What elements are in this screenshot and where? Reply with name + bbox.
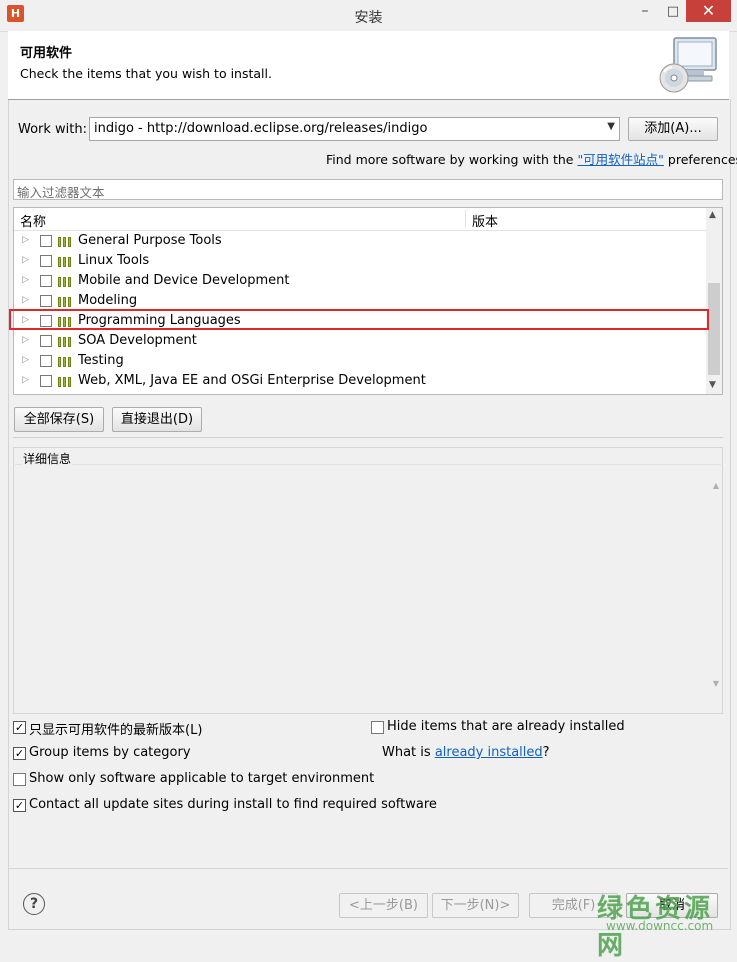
footer-separator	[9, 868, 728, 869]
tree-row[interactable]: ▷ Modeling	[14, 291, 706, 311]
what-is-prefix: What is	[382, 745, 435, 760]
expand-arrow-icon[interactable]: ▷	[22, 295, 29, 305]
expand-arrow-icon[interactable]: ▷	[22, 335, 29, 345]
row-label: Web, XML, Java EE and OSGi Enterprise De…	[78, 373, 426, 388]
feature-group-icon	[58, 256, 73, 267]
chevron-down-icon[interactable]: ▼	[607, 121, 615, 132]
column-divider[interactable]	[465, 210, 466, 228]
contact-sites-checkbox[interactable]: ✓	[13, 799, 26, 812]
scroll-down-icon: ▼	[712, 679, 719, 688]
tree-scrollbar[interactable]: ▲ ▼	[706, 208, 722, 394]
tree-header: 名称 版本	[14, 208, 706, 231]
show-latest-label: 只显示可用软件的最新版本(L)	[29, 723, 203, 738]
tree-row[interactable]: ▷ Testing	[14, 351, 706, 371]
deselect-all-button[interactable]: 直接退出(D)	[112, 407, 202, 432]
available-sites-link[interactable]: "可用软件站点"	[577, 152, 664, 167]
help-icon[interactable]: ?	[23, 893, 45, 915]
already-installed-link[interactable]: already installed	[435, 745, 543, 760]
find-more-prefix: Find more software by working with the	[326, 152, 578, 167]
row-label: Mobile and Device Development	[78, 273, 290, 288]
separator	[13, 437, 723, 438]
minimize-button[interactable]: –	[632, 0, 658, 24]
page-subtitle: Check the items that you wish to install…	[20, 66, 272, 81]
row-checkbox[interactable]	[40, 235, 52, 247]
what-is-suffix: ?	[542, 745, 550, 760]
select-all-button[interactable]: 全部保存(S)	[14, 407, 104, 432]
feature-group-icon	[58, 356, 73, 367]
show-applicable-label: Show only software applicable to target …	[29, 771, 375, 786]
expand-arrow-icon[interactable]: ▷	[22, 275, 29, 285]
row-checkbox[interactable]	[40, 335, 52, 347]
filter-placeholder: 输入过滤器文本	[17, 185, 105, 200]
install-cd-icon	[659, 37, 717, 93]
work-with-combo[interactable]: indigo - http://download.eclipse.org/rel…	[89, 117, 620, 141]
group-by-category-label: Group items by category	[29, 745, 191, 760]
title-bar: H 安装 – □ ✕	[0, 0, 737, 32]
find-more-suffix: preferences.	[667, 152, 737, 167]
page-title: 可用软件	[20, 46, 73, 61]
work-with-label: Work with:	[18, 122, 88, 137]
row-checkbox[interactable]	[40, 295, 52, 307]
details-label: 详细信息	[22, 450, 73, 467]
group-by-category-checkbox[interactable]: ✓	[13, 747, 26, 760]
expand-arrow-icon[interactable]: ▷	[22, 255, 29, 265]
watermark-url: www.downcc.com	[606, 919, 714, 933]
scroll-down-icon[interactable]: ▼	[709, 380, 716, 390]
maximize-button[interactable]: □	[660, 0, 686, 24]
close-button[interactable]: ✕	[686, 0, 731, 22]
feature-group-icon	[58, 236, 73, 247]
contact-sites-label: Contact all update sites during install …	[29, 797, 437, 812]
row-label: Modeling	[78, 293, 138, 308]
filter-input[interactable]: 输入过滤器文本	[13, 179, 723, 200]
hide-installed-checkbox[interactable]	[371, 721, 384, 734]
tree-row[interactable]: ▷ SOA Development	[14, 331, 706, 351]
feature-group-icon	[58, 376, 73, 387]
expand-arrow-icon[interactable]: ▷	[22, 355, 29, 365]
scroll-thumb[interactable]	[708, 283, 720, 375]
work-with-value: indigo - http://download.eclipse.org/rel…	[94, 121, 428, 136]
wizard-header: 可用软件 Check the items that you wish to in…	[8, 31, 729, 100]
row-checkbox[interactable]	[40, 255, 52, 267]
add-site-button[interactable]: 添加(A)...	[628, 117, 718, 141]
show-applicable-checkbox[interactable]	[13, 773, 26, 786]
find-more-text: Find more software by working with the "…	[326, 149, 737, 168]
tree-row[interactable]: ▷ Web, XML, Java EE and OSGi Enterprise …	[14, 371, 706, 391]
row-checkbox[interactable]	[40, 355, 52, 367]
show-latest-checkbox[interactable]: ✓	[13, 721, 26, 734]
window-title: 安装	[354, 10, 383, 26]
feature-group-icon	[58, 336, 73, 347]
next-button[interactable]: 下一步(N)>	[432, 893, 519, 918]
column-version[interactable]: 版本	[472, 211, 498, 230]
back-button[interactable]: <上一步(B)	[339, 893, 428, 918]
row-label: Linux Tools	[78, 253, 150, 268]
column-name[interactable]: 名称	[20, 211, 46, 230]
scroll-up-icon: ▲	[712, 481, 719, 490]
software-tree[interactable]: 名称 版本 ▷ General Purpose Tools ▷ Linux To…	[13, 207, 723, 395]
row-checkbox[interactable]	[40, 375, 52, 387]
tree-row[interactable]: ▷ Linux Tools	[14, 251, 706, 271]
scroll-up-icon[interactable]: ▲	[709, 210, 716, 220]
highlight-box	[9, 309, 709, 330]
expand-arrow-icon[interactable]: ▷	[22, 375, 29, 385]
feature-group-icon	[58, 276, 73, 287]
feature-group-icon	[58, 296, 73, 307]
hide-installed-label: Hide items that are already installed	[387, 719, 625, 734]
row-checkbox[interactable]	[40, 275, 52, 287]
row-label: Testing	[78, 353, 124, 368]
what-is-installed-text: What is already installed?	[382, 745, 550, 760]
details-area[interactable]: ▲ ▼	[15, 464, 721, 713]
tree-row[interactable]: ▷ Mobile and Device Development	[14, 271, 706, 291]
tree-row[interactable]: ▷ General Purpose Tools	[14, 231, 706, 251]
row-label: SOA Development	[78, 333, 197, 348]
row-label: General Purpose Tools	[78, 233, 222, 248]
details-group: ▲ ▼ 详细信息	[13, 447, 723, 714]
expand-arrow-icon[interactable]: ▷	[22, 235, 29, 245]
